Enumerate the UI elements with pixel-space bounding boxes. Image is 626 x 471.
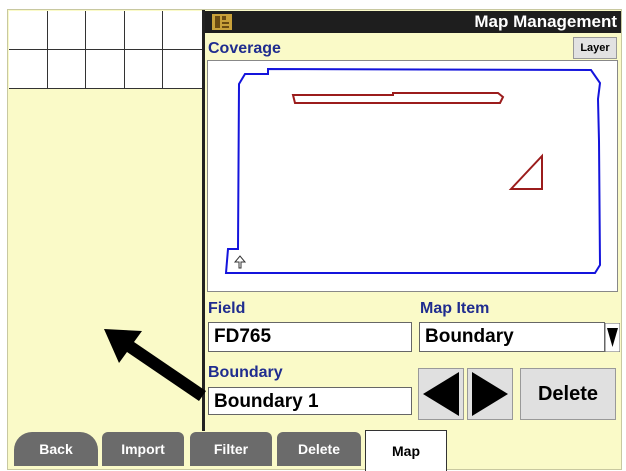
shortcut-cell[interactable]: [124, 11, 164, 50]
field-input[interactable]: FD765: [208, 322, 412, 352]
map-item-select[interactable]: Boundary: [419, 322, 605, 352]
position-arrow-icon: [233, 255, 247, 269]
shortcut-cell[interactable]: [163, 11, 202, 50]
tab-map[interactable]: Map: [365, 430, 447, 471]
shortcut-cell[interactable]: [124, 50, 164, 89]
shortcut-grid: [9, 11, 202, 89]
shortcut-cell[interactable]: [86, 50, 125, 89]
tab-back[interactable]: Back: [14, 432, 98, 466]
shortcut-cell[interactable]: [86, 11, 125, 50]
shortcut-cell[interactable]: [9, 11, 48, 50]
shortcut-cell[interactable]: [163, 50, 202, 89]
field-boundary: [224, 67, 602, 274]
chevron-down-icon[interactable]: [605, 323, 620, 352]
pointer-arrow-icon: [104, 329, 206, 401]
obstacle-triangle: [508, 153, 543, 190]
boundary-label: Boundary: [208, 364, 283, 381]
header-bar: Map Management: [205, 11, 621, 33]
delete-button[interactable]: Delete: [520, 368, 616, 420]
app-icon: [212, 14, 232, 30]
obstacle-strip: [291, 92, 505, 104]
map-canvas: [224, 67, 602, 274]
tab-import[interactable]: Import: [102, 432, 184, 466]
field-label: Field: [208, 300, 246, 317]
previous-button[interactable]: [418, 368, 464, 420]
map-item-label: Map Item: [420, 300, 490, 317]
arrow-left-icon: [423, 372, 459, 416]
layer-button[interactable]: Layer: [573, 37, 617, 59]
shortcut-cell[interactable]: [47, 11, 87, 50]
shortcut-cell[interactable]: [47, 50, 87, 89]
coverage-map[interactable]: [207, 60, 618, 292]
tab-filter[interactable]: Filter: [190, 432, 272, 466]
coverage-label: Coverage: [208, 40, 281, 57]
next-button[interactable]: [467, 368, 513, 420]
arrow-right-icon: [472, 372, 508, 416]
page-title: Map Management: [474, 12, 617, 31]
tab-delete[interactable]: Delete: [277, 432, 361, 466]
shortcut-cell[interactable]: [9, 50, 48, 89]
boundary-input[interactable]: Boundary 1: [208, 387, 412, 415]
